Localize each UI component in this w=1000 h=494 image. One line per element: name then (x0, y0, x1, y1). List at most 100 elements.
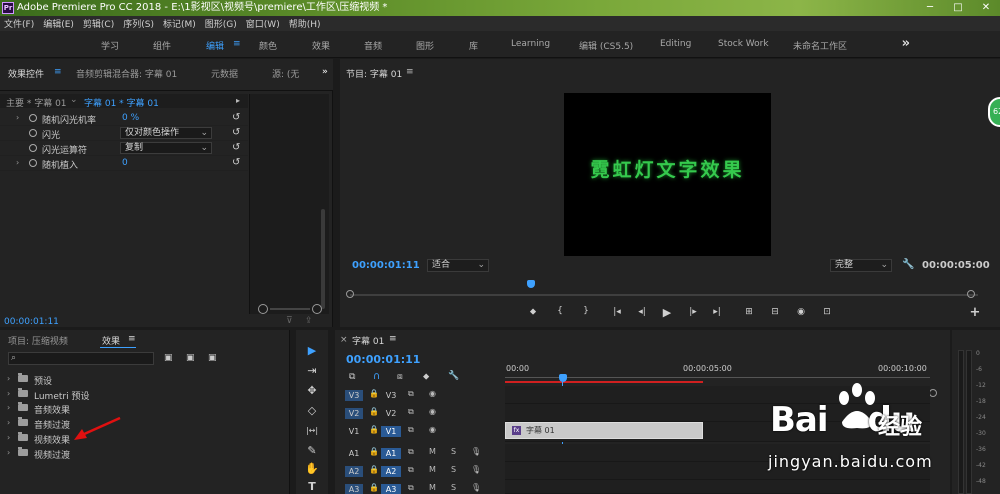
sync-lock-icon[interactable]: ⧉ (408, 447, 414, 457)
filter-icon[interactable]: ⊽ (286, 316, 293, 326)
go-to-in-icon[interactable]: |◂ (610, 307, 624, 317)
param-row-flash[interactable]: 闪光 仅对颜色操作 ⌄ ↺ (0, 126, 248, 141)
mark-out-icon[interactable]: } (579, 306, 593, 316)
tab-effect-controls[interactable]: 效果控件 (8, 67, 44, 80)
microphone-icon[interactable]: 🎙 (471, 483, 481, 492)
menu-file[interactable]: 文件(F) (4, 17, 34, 30)
solo-icon[interactable]: S (451, 465, 456, 474)
track-header-v1[interactable]: V1 🔒 V1 ⧉ ◉ (341, 422, 505, 442)
expand-arrow-icon[interactable]: › (7, 403, 10, 412)
folder-video-effects[interactable]: › 视频效果 (0, 431, 290, 446)
menu-clip[interactable]: 剪辑(C) (83, 17, 114, 30)
folder-audio-effects[interactable]: › 音频效果 (0, 401, 290, 416)
source-patch[interactable]: V2 (345, 408, 363, 419)
track-target[interactable]: V1 (381, 426, 401, 437)
selection-tool-icon[interactable]: ▶ (305, 344, 319, 358)
lock-icon[interactable]: 🔒 (369, 425, 379, 434)
expand-arrow-icon[interactable]: › (7, 448, 10, 457)
track-target[interactable]: A2 (381, 466, 401, 477)
mute-icon[interactable]: M (429, 483, 436, 492)
expand-arrow-icon[interactable]: › (7, 374, 10, 383)
workspace-effects[interactable]: 效果 (312, 39, 330, 52)
type-tool-icon[interactable]: T (305, 480, 319, 494)
sync-lock-icon[interactable]: ⧉ (408, 425, 414, 435)
zoom-in-handle[interactable] (312, 304, 322, 314)
comparison-view-icon[interactable]: ⊡ (820, 307, 834, 317)
camera-icon[interactable]: ◉ (794, 307, 808, 317)
tab-source[interactable]: 源: (无 (272, 67, 299, 80)
tab-effects[interactable]: 效果 (102, 334, 120, 347)
flash-dropdown[interactable]: 仅对颜色操作 ⌄ (120, 127, 212, 139)
expand-arrow-icon[interactable]: › (7, 433, 10, 442)
ripple-edit-tool-icon[interactable]: ✥ (305, 384, 319, 398)
razor-tool-icon[interactable]: ◇ (305, 404, 319, 418)
effects-search-input[interactable]: ⌕ (8, 352, 154, 365)
track-target[interactable]: A3 (381, 484, 401, 494)
export-icon[interactable]: ⇪ (305, 316, 313, 326)
expand-arrow-icon[interactable]: › (7, 389, 10, 398)
lock-icon[interactable]: 🔒 (369, 483, 379, 492)
stopwatch-icon[interactable] (29, 144, 37, 152)
flash-operator-dropdown[interactable]: 复制 ⌄ (120, 142, 212, 154)
menu-help[interactable]: 帮助(H) (289, 17, 321, 30)
32bit-effects-icon[interactable]: ▣ (186, 353, 195, 363)
lock-icon[interactable]: 🔒 (369, 465, 379, 474)
stopwatch-icon[interactable] (29, 114, 37, 122)
add-marker-icon[interactable]: ⬥ (526, 307, 540, 317)
tab-project[interactable]: 项目: 压缩视频 (8, 334, 68, 347)
track-header-v2[interactable]: V2 🔒 V2 ⧉ ◉ (341, 404, 505, 422)
menu-window[interactable]: 窗口(W) (246, 17, 280, 30)
linked-selection-icon[interactable]: ⧈ (397, 372, 403, 382)
sync-lock-icon[interactable]: ⧉ (408, 483, 414, 493)
track-select-tool-icon[interactable]: ⇥ (305, 364, 319, 378)
wrench-icon[interactable]: 🔧 (902, 259, 914, 270)
close-button[interactable]: ✕ (972, 0, 1000, 16)
menu-graphics[interactable]: 图形(G) (205, 17, 237, 30)
microphone-icon[interactable]: 🎙 (471, 465, 481, 474)
mute-icon[interactable]: M (429, 447, 436, 456)
source-patch[interactable]: V1 (345, 426, 363, 437)
sequence-tab[interactable]: 字幕 01 (352, 334, 384, 347)
slip-tool-icon[interactable]: |↔| (305, 424, 319, 438)
lock-icon[interactable]: 🔒 (369, 447, 379, 456)
folder-audio-transitions[interactable]: › 音频过渡 (0, 416, 290, 431)
panel-more-icon[interactable]: » (322, 67, 328, 77)
timeline-menu-icon[interactable]: ≡ (389, 334, 397, 344)
reset-icon[interactable]: ↺ (232, 142, 240, 153)
tab-audio-clip-mixer[interactable]: 音频剪辑混合器: 字幕 01 (76, 67, 177, 80)
expand-arrow-icon[interactable]: › (16, 113, 19, 122)
reset-icon[interactable]: ↺ (232, 157, 240, 168)
step-forward-icon[interactable]: |▸ (686, 307, 700, 317)
scrub-start-handle[interactable] (346, 290, 354, 298)
play-triangle-icon[interactable]: ▸ (236, 96, 240, 105)
folder-presets[interactable]: › 预设 (0, 372, 290, 387)
eye-icon[interactable]: ◉ (429, 389, 436, 398)
track-header-a2[interactable]: A2 🔒 A2 ⧉ M S 🎙 (341, 462, 505, 480)
effect-controls-timecode[interactable]: 00:00:01:11 (4, 317, 59, 327)
program-video-frame[interactable]: 霓虹灯文字效果 (564, 93, 771, 256)
solo-icon[interactable]: S (451, 447, 456, 456)
workspace-learning-en[interactable]: Learning (511, 39, 550, 49)
workspace-editing-cs55[interactable]: 编辑 (CS5.5) (579, 39, 633, 52)
menu-sequence[interactable]: 序列(S) (123, 17, 154, 30)
timeline-clip-title[interactable]: fx 字幕 01 (505, 422, 703, 439)
menu-edit[interactable]: 编辑(E) (43, 17, 74, 30)
current-clip-label[interactable]: 字幕 01 * 字幕 01 (84, 96, 159, 109)
zoom-slider[interactable] (270, 308, 310, 310)
source-patch[interactable]: A1 (345, 448, 363, 459)
timeline-playhead-handle[interactable] (559, 374, 567, 382)
workspace-libraries[interactable]: 库 (469, 39, 478, 52)
menu-marker[interactable]: 标记(M) (163, 17, 196, 30)
mute-icon[interactable]: M (429, 465, 436, 474)
lock-icon[interactable]: 🔒 (369, 389, 379, 398)
workspace-audio[interactable]: 音频 (364, 39, 382, 52)
workspace-menu-icon[interactable]: ≡ (233, 39, 241, 49)
workspace-more-icon[interactable]: » (902, 36, 910, 51)
param-row-flash-chance[interactable]: › 随机闪光机率 0 % ↺ (0, 111, 248, 126)
expand-arrow-icon[interactable]: › (16, 158, 19, 167)
lock-icon[interactable]: 🔒 (369, 407, 379, 416)
wrench-icon[interactable]: 🔧 (448, 371, 459, 381)
track-target[interactable]: V2 (381, 408, 401, 419)
workspace-graphics[interactable]: 图形 (416, 39, 434, 52)
workspace-color[interactable]: 颜色 (259, 39, 277, 52)
